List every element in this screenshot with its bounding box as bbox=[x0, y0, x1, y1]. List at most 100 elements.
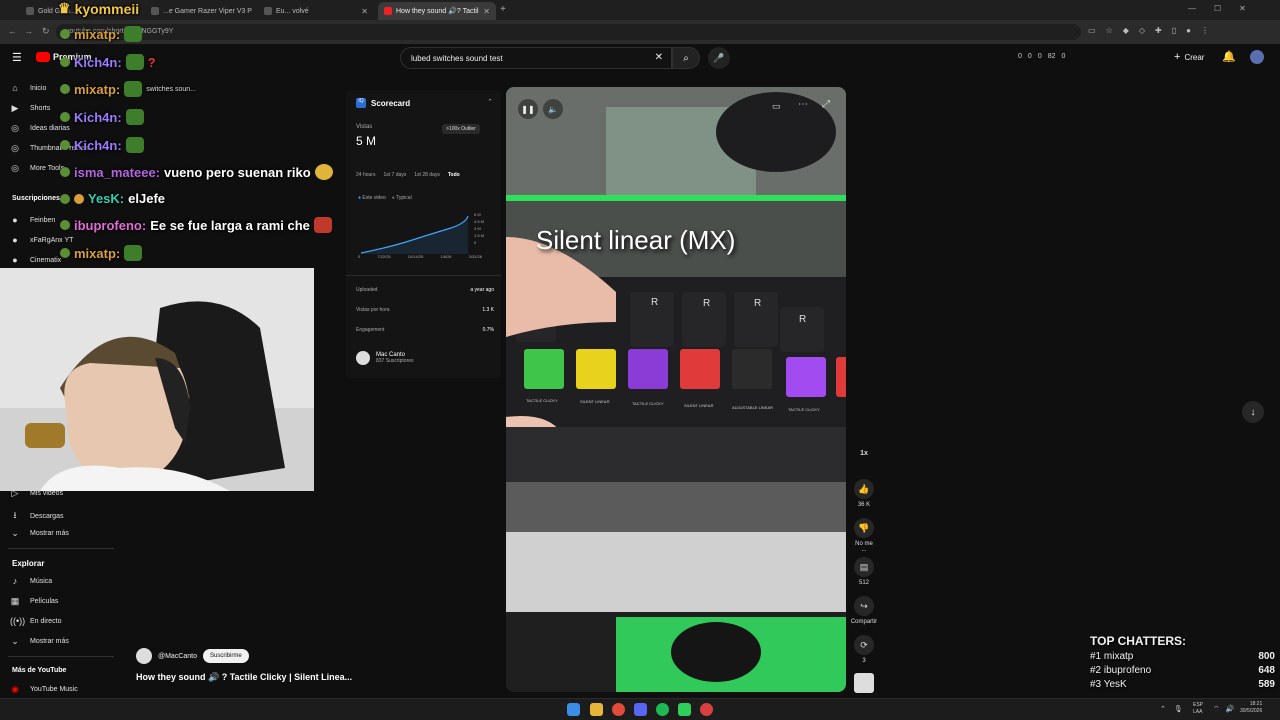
windows-taskbar: ⌃ 🎙 ESP LAA ⌔ 🔊 18:21 30/5/2026 bbox=[0, 698, 1280, 720]
chat-message: Kich4n:? bbox=[60, 54, 156, 70]
sidebar-item-live[interactable]: ((•)) En directo bbox=[10, 616, 62, 626]
chat-message: Kich4n: bbox=[60, 109, 144, 125]
sidebar-item-home[interactable]: ⌂ Inicio bbox=[10, 83, 46, 93]
voice-search-button[interactable]: 🎤 bbox=[708, 47, 730, 69]
counter: 0 bbox=[1027, 53, 1032, 60]
discord-icon[interactable] bbox=[634, 703, 647, 716]
sidebar-item-shorts[interactable]: ▶ Shorts bbox=[10, 103, 51, 114]
forward-icon[interactable]: → bbox=[24, 26, 33, 36]
top-chatter-row: #3 YesK 589 bbox=[1090, 679, 1275, 690]
tab-2[interactable]: ...e Gamer Razer Viper V3 P✕ bbox=[145, 2, 257, 20]
wifi-icon[interactable]: ⌔ bbox=[1213, 705, 1220, 714]
mic-icon[interactable]: 🎙 bbox=[1174, 705, 1183, 713]
menu-dots-icon[interactable]: ⋮ bbox=[1201, 26, 1209, 35]
range-tab-active[interactable]: Todo bbox=[448, 172, 460, 178]
bell-icon[interactable]: 🔔 bbox=[1222, 50, 1236, 63]
close-icon[interactable]: ✕ bbox=[361, 7, 368, 16]
channel-row[interactable]: Mac Canto 837 Suscriptores bbox=[356, 351, 414, 365]
chevron-up-icon[interactable]: ⌃ bbox=[487, 98, 493, 106]
clear-search-icon[interactable]: ✕ bbox=[655, 52, 663, 63]
fullscreen-icon[interactable]: ⤢ bbox=[822, 99, 830, 110]
pause-icon[interactable]: ❚❚ bbox=[518, 99, 538, 119]
sidebar-show-more[interactable]: ⌄ Mostrar más bbox=[10, 528, 69, 539]
channel-avatar: ● bbox=[12, 215, 18, 225]
sub-item[interactable]: ● xFaRgAnx YT bbox=[10, 235, 73, 245]
sidebar-show-more[interactable]: ⌄ Mostrar más bbox=[10, 636, 69, 647]
search-input[interactable]: lubed switches sound test ✕ bbox=[400, 47, 672, 69]
maximize-icon[interactable]: ☐ bbox=[1214, 4, 1221, 13]
top-chatter-row: #1 mixatp 800 bbox=[1090, 651, 1275, 662]
sub-item[interactable]: ● Feinben bbox=[10, 215, 55, 225]
more-options-icon[interactable]: ⋯ bbox=[798, 99, 808, 110]
dislike-button[interactable]: 👎 No me ... bbox=[854, 518, 874, 553]
subscriptions-header[interactable]: Suscripciones bbox=[12, 195, 60, 202]
sidebar-icon[interactable]: ▯ bbox=[1172, 26, 1176, 35]
profile-icon[interactable]: ● bbox=[1186, 26, 1191, 35]
video-caption: Silent linear (MX) bbox=[536, 225, 736, 255]
tab-3[interactable]: Eu... volvé ✕ bbox=[258, 2, 374, 20]
minimize-icon[interactable]: — bbox=[1188, 4, 1196, 13]
cast-icon[interactable]: ▭ bbox=[1088, 26, 1096, 35]
close-icon[interactable]: ✕ bbox=[256, 7, 257, 16]
channel-avatar: ● bbox=[12, 235, 18, 245]
next-video-arrow-icon[interactable]: ↓ bbox=[1242, 401, 1264, 423]
range-tab[interactable]: 1st 28 days bbox=[414, 172, 440, 178]
close-window-icon[interactable]: ✕ bbox=[1239, 4, 1246, 13]
url-field[interactable]: youtube.com/shorts/uAoNGGTy9Y bbox=[56, 24, 1081, 40]
chevron-up-icon[interactable]: ⌃ bbox=[1160, 705, 1166, 713]
sidebar-item-more-tools[interactable]: ◎ More Tools bbox=[10, 163, 64, 174]
sub-item[interactable]: ● Cinematix bbox=[10, 255, 61, 265]
create-button[interactable]: + Crear bbox=[1174, 51, 1204, 63]
sidebar-item-youtube-music[interactable]: ◉ YouTube Music bbox=[10, 684, 78, 695]
channel-avatar[interactable] bbox=[136, 648, 152, 664]
app-icon[interactable] bbox=[678, 703, 691, 716]
reload-icon[interactable]: ↻ bbox=[42, 26, 50, 37]
range-tab[interactable]: 1st 7 days bbox=[383, 172, 406, 178]
file-explorer-icon[interactable] bbox=[590, 703, 603, 716]
tab-4-active[interactable]: How they sound 🔊? Tactil ✕ bbox=[378, 2, 496, 20]
captions-icon[interactable]: ▭ bbox=[772, 101, 781, 112]
counter: 82 bbox=[1047, 53, 1056, 60]
plus-icon: + bbox=[1174, 51, 1181, 63]
extension-icon[interactable]: ◆ bbox=[1123, 26, 1129, 35]
hamburger-menu-icon[interactable]: ☰ bbox=[12, 51, 22, 64]
explore-header: Explorar bbox=[12, 559, 45, 568]
speed-button[interactable]: 1x bbox=[854, 450, 874, 457]
channel-info: @MacCanto Suscribirme bbox=[136, 648, 249, 664]
switch-label: ADJUSTABLE LINEAR bbox=[732, 405, 774, 410]
avatar[interactable] bbox=[1250, 50, 1264, 64]
top-chatters-panel: TOP CHATTERS: #1 mixatp 800 #2 ibuprofeno… bbox=[1090, 634, 1275, 704]
share-button[interactable]: ↪ Compartir bbox=[848, 596, 880, 625]
new-tab-icon[interactable]: + bbox=[500, 4, 506, 15]
webcam-image bbox=[0, 268, 314, 491]
channel-handle[interactable]: @MacCanto bbox=[158, 653, 197, 660]
volume-icon[interactable]: 🔈 bbox=[543, 99, 563, 119]
puzzle-icon[interactable]: ✚ bbox=[1155, 26, 1162, 35]
chevron-down-icon: ⌄ bbox=[11, 528, 19, 538]
subscribe-button[interactable]: Suscribirme bbox=[203, 649, 249, 663]
speaker-icon[interactable]: 🔊 bbox=[1226, 705, 1235, 714]
like-button[interactable]: 👍 36 K bbox=[854, 479, 874, 508]
windows-start-icon[interactable] bbox=[567, 703, 580, 716]
sound-thumbnail[interactable] bbox=[854, 673, 874, 693]
shorts-video-player[interactable]: Silent linear (MX) R R R R TACTILE CLICK… bbox=[506, 87, 846, 692]
clock[interactable]: 18:21 30/5/2026 bbox=[1240, 701, 1262, 715]
comments-button[interactable]: ▤ 512 bbox=[854, 557, 874, 586]
language-indicator[interactable]: ESP LAA bbox=[1193, 702, 1203, 716]
x-tick: 0 bbox=[358, 254, 361, 259]
back-icon[interactable]: ← bbox=[8, 26, 17, 36]
sidebar-item-downloads[interactable]: ⭳ Descargas bbox=[10, 508, 63, 524]
extension-icon[interactable]: ◇ bbox=[1139, 26, 1145, 35]
app-icon[interactable] bbox=[700, 703, 713, 716]
remix-button[interactable]: ⟳ 3 bbox=[854, 635, 874, 664]
spotify-icon[interactable] bbox=[656, 703, 669, 716]
sidebar-item-movies[interactable]: ▦ Películas bbox=[10, 596, 59, 607]
star-icon[interactable]: ☆ bbox=[1106, 26, 1113, 35]
close-icon[interactable]: ✕ bbox=[483, 7, 490, 16]
chrome-icon[interactable] bbox=[612, 703, 625, 716]
range-tab[interactable]: 24 hours bbox=[356, 172, 375, 178]
search-button[interactable]: ⌕ bbox=[672, 47, 700, 69]
system-tray: ⌃ 🎙 bbox=[1160, 705, 1183, 713]
sidebar-item-music[interactable]: ♪ Música bbox=[10, 576, 52, 586]
video-title[interactable]: How they sound 🔊 ? Tactile Clicky | Sile… bbox=[136, 672, 352, 683]
